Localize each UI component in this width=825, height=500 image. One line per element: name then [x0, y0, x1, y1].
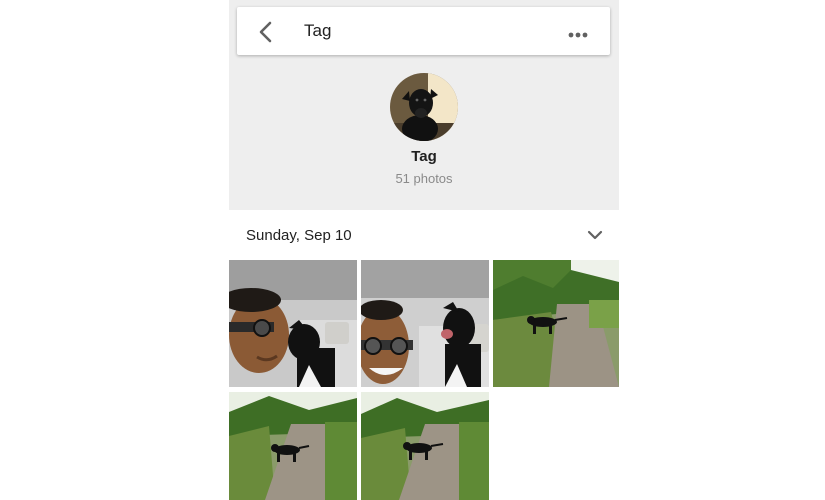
back-button[interactable] [255, 20, 279, 44]
photo-thumbnail[interactable] [229, 260, 357, 387]
more-options-button[interactable] [567, 27, 591, 38]
photo-count: 51 photos [395, 171, 453, 186]
date-heading: Sunday, Sep 10 [246, 227, 352, 244]
collapse-section-button[interactable] [585, 227, 605, 243]
person-header: Tag Tag 51 photos [229, 0, 619, 210]
album-screen: Tag Tag 51 photos Sunday, Sep 10 [229, 0, 619, 500]
person-avatar[interactable] [390, 73, 458, 141]
toolbar: Tag [237, 7, 610, 55]
photo-thumbnail[interactable] [361, 392, 489, 500]
more-horizontal-icon [568, 32, 588, 38]
person-name[interactable]: Tag [229, 148, 619, 165]
chevron-left-icon [259, 21, 272, 43]
page-title: Tag [304, 21, 332, 40]
photo-thumbnail[interactable] [493, 260, 619, 387]
photo-thumbnail[interactable] [361, 260, 489, 387]
photo-thumbnail[interactable] [229, 392, 357, 500]
chevron-down-icon [587, 230, 603, 240]
